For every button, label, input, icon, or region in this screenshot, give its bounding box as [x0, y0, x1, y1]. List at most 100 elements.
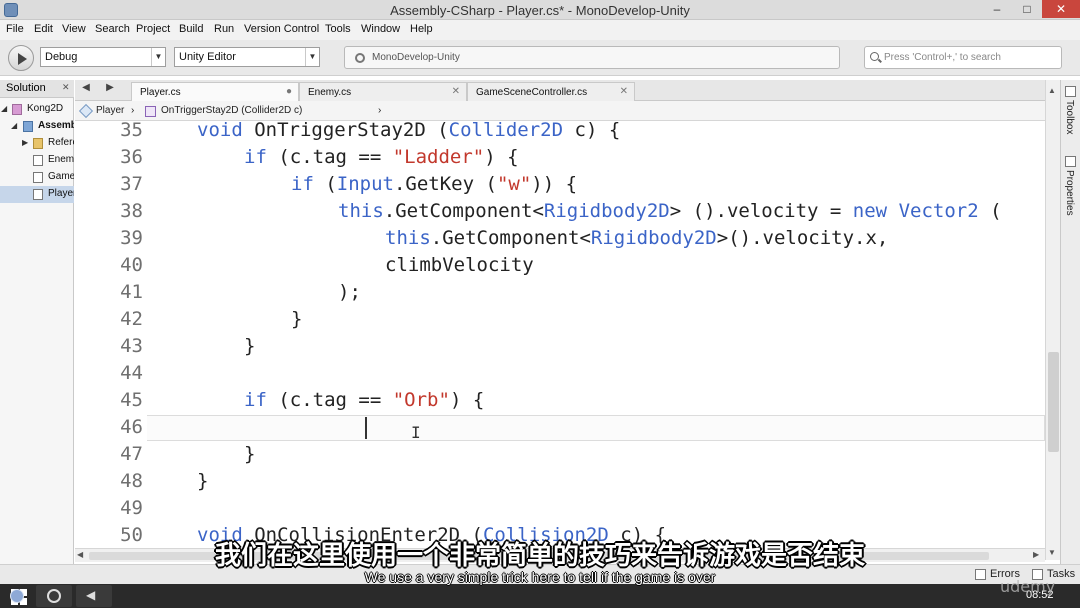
- tab-gamescenecontroller[interactable]: GameSceneController.cs ✕: [467, 82, 635, 101]
- search-input[interactable]: Press 'Control+,' to search: [864, 46, 1062, 69]
- taskbar-unity[interactable]: [36, 585, 72, 607]
- dropdown-arrow-icon: ▼: [305, 48, 319, 66]
- tree-item-references[interactable]: ▶ References: [0, 135, 74, 152]
- scrollbar-thumb[interactable]: [1048, 352, 1059, 452]
- breadcrumb-class[interactable]: Player: [96, 105, 124, 116]
- modified-dot-icon[interactable]: ●: [286, 86, 292, 97]
- tree-item-label: Kong2D: [27, 103, 64, 114]
- vertical-scrollbar[interactable]: ▲ ▼: [1045, 80, 1060, 560]
- toolbox-icon[interactable]: [1065, 86, 1076, 97]
- code-line-45: if (c.tag == "Orb") {: [244, 389, 485, 411]
- search-icon: [870, 52, 879, 61]
- tree-item-label: Player.cs: [48, 188, 74, 199]
- unity-icon: [47, 589, 61, 603]
- status-text: MonoDevelop-Unity: [372, 52, 460, 63]
- tree-item-project[interactable]: ◢ Assembly-CSharp: [0, 118, 74, 135]
- code-editor[interactable]: 35 36 37 38 39 40 41 42 43 44 45 46 47 4…: [75, 121, 1045, 548]
- os-taskbar: ◀ 08:52: [0, 584, 1080, 608]
- menu-edit[interactable]: Edit: [34, 23, 53, 35]
- file-icon: [33, 155, 43, 166]
- tree-item-label: Enemy.cs: [48, 154, 74, 165]
- tab-player[interactable]: Player.cs ●: [131, 82, 299, 101]
- menu-run[interactable]: Run: [214, 23, 234, 35]
- scroll-up-arrow-icon[interactable]: ▲: [1048, 86, 1056, 95]
- window-title: Assembly-CSharp - Player.cs* - MonoDevel…: [390, 3, 690, 18]
- code-line-41: );: [338, 281, 361, 303]
- run-button[interactable]: [8, 45, 34, 71]
- menu-view[interactable]: View: [62, 23, 86, 35]
- code-line-40: climbVelocity: [385, 254, 534, 276]
- file-icon: [33, 172, 43, 183]
- back-arrow-icon[interactable]: ◀: [79, 82, 93, 93]
- current-line-highlight: [93, 415, 1045, 441]
- code-line-39: this.GetComponent<Rigidbody2D>().velocit…: [385, 227, 889, 249]
- line-number: 48: [120, 470, 143, 492]
- main-toolbar: Debug ▼ Unity Editor ▼ MonoDevelop-Unity…: [0, 40, 1080, 76]
- code-line-48: }: [197, 470, 209, 492]
- line-number: 43: [120, 335, 143, 357]
- line-number: 40: [120, 254, 143, 276]
- menu-search[interactable]: Search: [95, 23, 130, 35]
- taskbar-media-player[interactable]: ◀: [76, 585, 112, 607]
- title-bar: Assembly-CSharp - Player.cs* - MonoDevel…: [0, 0, 1080, 20]
- forward-arrow-icon[interactable]: ▶: [103, 82, 117, 93]
- solution-icon: [12, 104, 22, 115]
- taskbar-monodevelop[interactable]: [0, 585, 36, 607]
- method-icon: [145, 106, 156, 117]
- tree-item-gamescenecontroller[interactable]: GameSceneController.cs: [0, 169, 74, 186]
- udemy-watermark: udemy: [1000, 577, 1056, 596]
- close-button[interactable]: ✕: [1042, 0, 1080, 18]
- ibeam-cursor-icon: I: [411, 423, 421, 442]
- tree-item-solution[interactable]: ◢ Kong2D: [0, 101, 74, 118]
- expand-arrow-icon[interactable]: ▶: [22, 138, 28, 147]
- search-placeholder: Press 'Control+,' to search: [884, 52, 1001, 63]
- line-number: 38: [120, 200, 143, 222]
- menu-file[interactable]: File: [6, 23, 24, 35]
- expand-arrow-icon[interactable]: ◢: [11, 121, 17, 130]
- line-number: 49: [120, 497, 143, 519]
- close-tab-icon[interactable]: ✕: [452, 86, 460, 97]
- status-icon: [355, 53, 365, 63]
- line-number: 41: [120, 281, 143, 303]
- line-number: 39: [120, 227, 143, 249]
- tab-enemy[interactable]: Enemy.cs ✕: [299, 82, 467, 101]
- menu-version-control[interactable]: Version Control: [244, 23, 319, 35]
- code-line-36: if (c.tag == "Ladder") {: [244, 146, 519, 168]
- subtitle-english: We use a very simple trick here to tell …: [364, 569, 716, 585]
- menu-project[interactable]: Project: [136, 23, 170, 35]
- folder-icon: [33, 138, 43, 149]
- expand-arrow-icon[interactable]: ◢: [1, 104, 7, 113]
- menu-window[interactable]: Window: [361, 23, 400, 35]
- menu-bar: File Edit View Search Project Build Run …: [0, 20, 1080, 40]
- configuration-value: Debug: [45, 51, 78, 63]
- file-icon: [33, 189, 43, 200]
- side-pad-dock: Toolbox Properties: [1060, 80, 1080, 564]
- solution-pad: Solution ✕ ◢ Kong2D ◢ Assembly-CSharp ▶ …: [0, 80, 74, 564]
- line-number: 46: [120, 416, 143, 438]
- project-icon: [23, 121, 33, 132]
- breadcrumb-method[interactable]: OnTriggerStay2D (Collider2D c): [161, 105, 302, 116]
- tree-item-enemy[interactable]: Enemy.cs: [0, 152, 74, 169]
- line-number: 35: [120, 121, 143, 141]
- configuration-select[interactable]: Debug ▼: [40, 47, 166, 67]
- properties-pad-label[interactable]: Properties: [1064, 170, 1075, 216]
- breadcrumb-separator-icon: ›: [378, 105, 382, 116]
- target-select[interactable]: Unity Editor ▼: [174, 47, 320, 67]
- maximize-button[interactable]: □: [1012, 0, 1042, 18]
- text-caret: [365, 417, 367, 439]
- line-number: 47: [120, 443, 143, 465]
- properties-icon[interactable]: [1065, 156, 1076, 167]
- editor-tab-bar: ◀ ▶ Player.cs ● Enemy.cs ✕ GameSceneCont…: [75, 80, 1060, 101]
- menu-tools[interactable]: Tools: [325, 23, 351, 35]
- breadcrumb: Player › OnTriggerStay2D (Collider2D c) …: [75, 101, 1060, 121]
- close-tab-icon[interactable]: ✕: [620, 86, 628, 97]
- status-area: MonoDevelop-Unity: [344, 46, 840, 69]
- close-icon[interactable]: ✕: [62, 82, 70, 93]
- toolbox-pad-label[interactable]: Toolbox: [1064, 100, 1075, 134]
- line-number-gutter: 35 36 37 38 39 40 41 42 43 44 45 46 47 4…: [75, 121, 147, 548]
- menu-help[interactable]: Help: [410, 23, 433, 35]
- minimize-button[interactable]: –: [982, 0, 1012, 18]
- menu-build[interactable]: Build: [179, 23, 203, 35]
- play-icon: [18, 53, 27, 65]
- tree-item-player[interactable]: Player.cs: [0, 186, 74, 203]
